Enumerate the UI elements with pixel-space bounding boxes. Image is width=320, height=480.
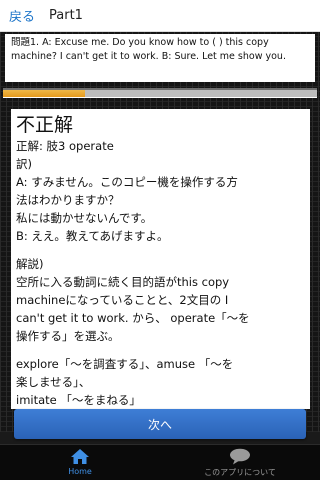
- bottom-nav: Home このアプリについて: [0, 444, 320, 480]
- page-title: Part1: [49, 8, 83, 23]
- explanation-heading: 解説): [16, 257, 44, 271]
- distractor-line: 楽しませる」、: [16, 375, 91, 389]
- translation-line: 法はわかりますか？: [16, 193, 120, 207]
- nav-about[interactable]: このアプリについて: [160, 445, 320, 480]
- explanation-line: machineになっていることと、2文目の I: [16, 293, 229, 307]
- nav-home-label: Home: [68, 467, 92, 476]
- distractor-line: imitate 「～をまねる」: [16, 393, 141, 407]
- question-card: 問題1. A: Excuse me. Do you know how to ( …: [5, 34, 315, 82]
- translation-heading: 訳): [16, 157, 32, 171]
- nav-about-label: このアプリについて: [204, 468, 276, 477]
- result-label: 不正解: [16, 114, 74, 136]
- next-button[interactable]: 次へ: [14, 409, 306, 439]
- translation-line: B: ええ。教えてあげますよ。: [16, 229, 169, 243]
- question-text: 問題1. A: Excuse me. Do you know how to ( …: [11, 37, 286, 62]
- back-button[interactable]: 戻る: [0, 6, 41, 25]
- distractor-line: explore「～を調査する」、amuse 「～を: [16, 357, 234, 371]
- chat-bubble-icon: [230, 448, 250, 465]
- top-bar: 戻る Part1: [0, 0, 320, 32]
- correct-answer: 正解: 肢3 operate: [16, 139, 114, 153]
- explanation-line: 操作する」を選ぶ。: [16, 329, 120, 343]
- nav-home[interactable]: Home: [0, 445, 160, 480]
- explanation-line: can't get it to work. から、 operate「～を: [16, 311, 250, 325]
- home-icon: [71, 449, 89, 464]
- answer-panel: 不正解 正解: 肢3 operate 訳) A: すみません。このコピー機を操作…: [11, 109, 310, 409]
- translation-line: 私には動かせないんです。: [16, 211, 153, 225]
- explanation-line: 空所に入る動詞に続く目的語がthis copy: [16, 275, 230, 289]
- translation-line: A: すみません。このコピー機を操作する方: [16, 175, 238, 189]
- progress-fill: [3, 90, 85, 97]
- progress-bar: [3, 88, 317, 98]
